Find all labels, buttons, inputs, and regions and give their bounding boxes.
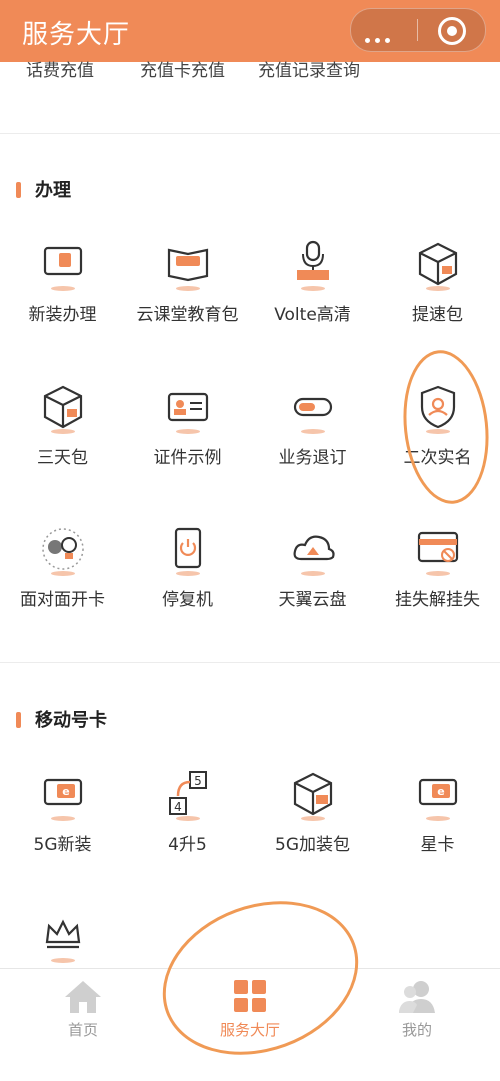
service-label: 5G新装 (33, 835, 92, 855)
id-card-icon (164, 383, 212, 434)
service-label: 业务退订 (278, 448, 347, 468)
cloud-upload-icon (289, 525, 337, 576)
volte-mic-icon (289, 240, 337, 291)
bottom-tab-bar: 首页 服务大厅 我的 (0, 968, 500, 1049)
shield-user-icon (414, 383, 462, 434)
service-label: 证件示例 (153, 448, 222, 468)
grid-icon (230, 979, 270, 1015)
svg-text:e: e (62, 785, 69, 798)
service-4-to-5[interactable]: 54 4升5 (125, 770, 250, 855)
service-face-to-face[interactable]: 面对面开卡 (0, 525, 125, 610)
svg-text:e: e (437, 785, 444, 798)
service-label: 新装办理 (28, 305, 97, 325)
service-label: 二次实名 (403, 448, 472, 468)
three-day-box-icon (39, 383, 87, 434)
divider (0, 662, 500, 663)
service-three-day-package[interactable]: 三天包 (0, 383, 125, 468)
service-new-install[interactable]: 新装办理 (0, 240, 125, 325)
speed-box-icon (414, 240, 462, 291)
card-block-icon (414, 525, 462, 576)
star-card-icon: e (414, 770, 462, 821)
quick-links: 话费充值 充值卡充值 充值记录查询 (0, 56, 500, 86)
service-speed-package[interactable]: 提速包 (375, 240, 500, 325)
user-icon (397, 979, 437, 1015)
divider (0, 133, 500, 134)
service-label: 提速包 (412, 305, 463, 325)
service-label: 面对面开卡 (20, 590, 105, 610)
sim-card-icon (39, 240, 87, 291)
toggle-icon (289, 383, 337, 434)
service-5g-addon[interactable]: 5G加装包 (250, 770, 375, 855)
service-cloud-drive[interactable]: 天翼云盘 (250, 525, 375, 610)
service-label: 停复机 (162, 590, 213, 610)
service-realname[interactable]: 二次实名 (375, 383, 500, 468)
mini-program-capsule[interactable] (350, 8, 486, 52)
service-label: 天翼云盘 (278, 590, 347, 610)
service-id-example[interactable]: 证件示例 (125, 383, 250, 468)
tab-service-hall[interactable]: 服务大厅 (167, 969, 333, 1040)
app-header: 服务大厅 (0, 0, 500, 62)
face-to-face-icon (39, 525, 87, 576)
service-unsubscribe[interactable]: 业务退订 (250, 383, 375, 468)
page-title: 服务大厅 (22, 20, 131, 50)
tab-home[interactable]: 首页 (0, 969, 166, 1040)
crown-icon (39, 912, 87, 963)
service-label: Volte高清 (274, 305, 351, 325)
tab-mine[interactable]: 我的 (334, 969, 500, 1040)
section-title-mobile-card: 移动号卡 (16, 706, 107, 732)
link-recharge-records[interactable]: 充值记录查询 (258, 56, 360, 81)
service-report-loss[interactable]: 挂失解挂失 (375, 525, 500, 610)
4-to-5-icon: 54 (164, 770, 212, 821)
link-phone-recharge[interactable]: 话费充值 (26, 56, 94, 81)
service-label: 云课堂教育包 (136, 305, 239, 325)
service-label: 4升5 (168, 835, 207, 855)
service-edu-package[interactable]: 云课堂教育包 (125, 240, 250, 325)
service-5g-new[interactable]: e 5G新装 (0, 770, 125, 855)
5g-box-icon (289, 770, 337, 821)
5g-sim-icon: e (39, 770, 87, 821)
service-label: 挂失解挂失 (395, 590, 480, 610)
target-icon[interactable] (438, 17, 466, 45)
service-label: 5G加装包 (275, 835, 350, 855)
service-crown[interactable] (0, 912, 125, 963)
edu-book-icon (164, 240, 212, 291)
service-label: 星卡 (420, 835, 455, 855)
power-phone-icon (164, 525, 212, 576)
service-suspend-resume[interactable]: 停复机 (125, 525, 250, 610)
more-dots-icon[interactable] (365, 28, 395, 47)
section-title-handle: 办理 (16, 176, 71, 202)
svg-text:4: 4 (174, 800, 182, 814)
svg-text:5: 5 (194, 774, 202, 788)
service-label: 三天包 (37, 448, 88, 468)
link-card-recharge[interactable]: 充值卡充值 (140, 56, 225, 81)
service-volte[interactable]: Volte高清 (250, 240, 375, 325)
service-star-card[interactable]: e 星卡 (375, 770, 500, 855)
home-icon (63, 979, 103, 1015)
